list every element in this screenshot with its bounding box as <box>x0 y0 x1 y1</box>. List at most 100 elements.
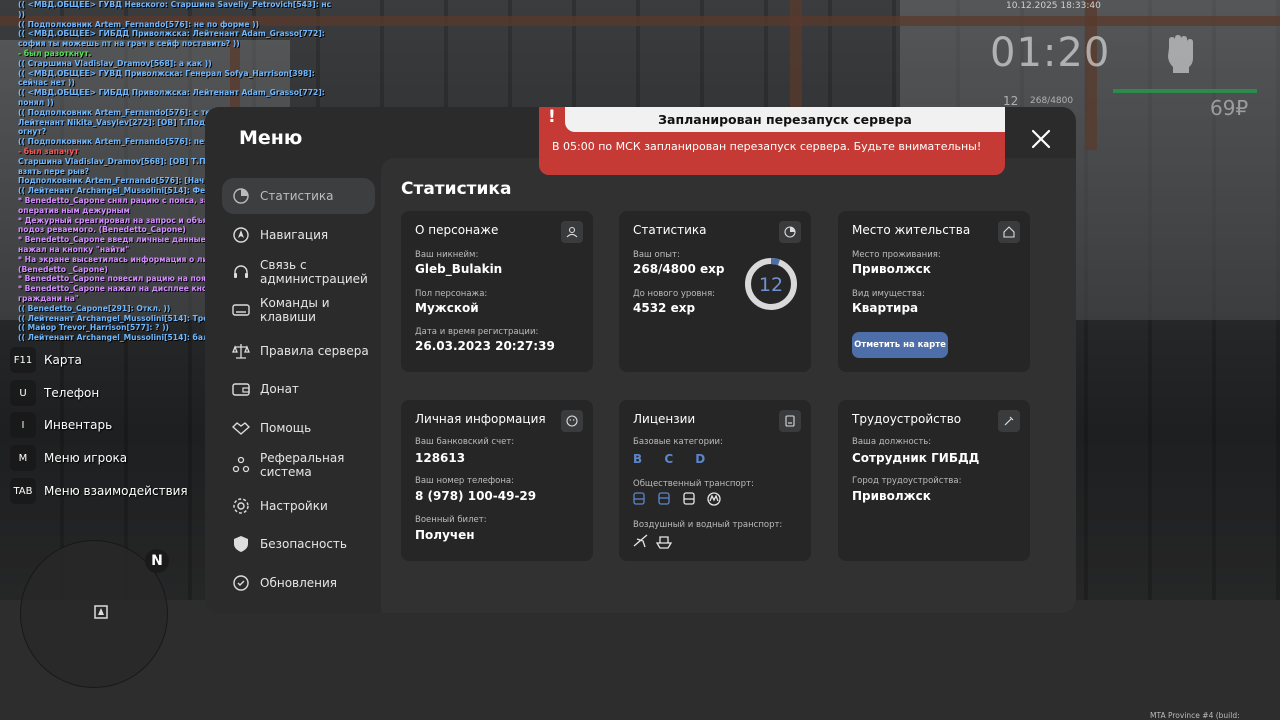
hotkey-key: I <box>10 412 36 438</box>
level-ring: 12 <box>745 258 797 310</box>
place-label: Место проживания: <box>852 250 941 260</box>
nav-item-updates[interactable]: Обновления <box>232 574 376 592</box>
nav-item-commands[interactable]: Команды и клавиши <box>232 296 376 324</box>
tram-icon <box>683 492 695 505</box>
exclamation-icon: ! <box>548 107 556 127</box>
bank-label: Ваш банковский счет: <box>415 437 515 447</box>
public-transport-icons <box>633 492 721 506</box>
nav-item-label: Реферальная система <box>260 451 345 479</box>
notification-title: Запланирован перезапуск сервера <box>565 107 1005 132</box>
nav-item-settings[interactable]: Настройки <box>232 497 376 515</box>
nav-item-help[interactable]: Помощь <box>232 419 376 437</box>
base-categories-value: B C D <box>633 452 715 466</box>
pie-chart-icon <box>779 221 801 243</box>
hotkey-phone[interactable]: U Телефон <box>10 380 99 406</box>
chat-line: (( <МВД.ОБЩЕЕ> ГИБДД Приволжска: Лейтена… <box>18 29 325 49</box>
hotkey-key: F11 <box>10 347 36 373</box>
build-info: MTA Province #4 (build: 6.12421.9) <box>1150 711 1240 720</box>
exp-value: 268/4800 exp <box>633 262 725 276</box>
card-personal-info: Личная информация Ваш банковский счет: 1… <box>401 400 593 561</box>
exp-label: Ваш опыт: <box>633 250 680 260</box>
next-level-value: 4532 exp <box>633 301 696 315</box>
hud-health-bar <box>1113 89 1257 93</box>
mark-on-map-button[interactable]: Отметить на карте <box>852 332 948 358</box>
air-water-label: Воздушный и водный транспорт: <box>633 520 783 530</box>
chat-line: (( <МВД.ОБЩЕЕ> ГУВД Невского: Старшина S… <box>18 0 332 19</box>
level-number: 12 <box>759 274 783 296</box>
nick-label: Ваш никнейм: <box>415 250 479 260</box>
nav-item-security[interactable]: Безопасность <box>232 535 376 553</box>
chat-line: (( Старшина Vladislav_Dramov[568]: а как… <box>18 58 212 68</box>
hotkey-key: U <box>10 380 36 406</box>
home-icon <box>998 221 1020 243</box>
gender-value: Мужской <box>415 301 479 315</box>
nav-item-label: Правила сервера <box>260 344 369 358</box>
nav-item-label: Донат <box>260 382 299 396</box>
stats-icon <box>233 188 249 204</box>
nav-item-label: Статистика <box>260 189 334 203</box>
shield-icon <box>234 536 248 552</box>
hotkey-label: Меню взаимодействия <box>44 484 188 498</box>
card-title: Лицензии <box>633 412 696 426</box>
section-title: Статистика <box>401 179 512 199</box>
nav-item-referral[interactable]: Реферальная система <box>232 451 376 479</box>
hotkey-key: M <box>10 445 36 471</box>
hotkey-label: Инвентарь <box>44 418 113 432</box>
nav-item-label: Связь с администрацией <box>260 258 368 286</box>
chat-line: (( <МВД.ОБЩЕЕ> ГУВД Приволжска: Генерал … <box>18 68 315 88</box>
hud-money: 69₽ <box>1210 96 1249 120</box>
metro-icon <box>707 492 721 506</box>
gear-icon <box>233 498 249 514</box>
nav-item-donate[interactable]: Донат <box>232 380 376 398</box>
card-title: Место жительства <box>852 223 971 237</box>
card-statistics: Статистика Ваш опыт: 268/4800 exp До нов… <box>619 211 811 372</box>
phone-label: Ваш номер телефона: <box>415 476 514 486</box>
position-value: Сотрудник ГИБДД <box>852 451 980 465</box>
hotkey-map[interactable]: F11 Карта <box>10 347 82 373</box>
reg-label: Дата и время регистрации: <box>415 327 539 337</box>
nav-item-rules[interactable]: Правила сервера <box>232 342 376 360</box>
user-icon <box>561 221 583 243</box>
military-value: Получен <box>415 528 475 542</box>
position-label: Ваша должность: <box>852 437 932 447</box>
nav-item-label: Команды и клавиши <box>260 296 330 324</box>
nav-item-admin-contact[interactable]: Связь с администрацией <box>232 258 376 286</box>
military-label: Военный билет: <box>415 515 487 525</box>
card-title: Статистика <box>633 223 707 237</box>
notification-text: В 05:00 по МСК запланирован перезапуск с… <box>552 140 982 153</box>
refresh-icon <box>233 575 249 591</box>
referral-icon <box>232 456 250 473</box>
close-icon[interactable] <box>1024 122 1058 156</box>
card-title: О персонаже <box>415 223 499 237</box>
bank-value: 128613 <box>415 451 466 465</box>
nav-item-statistics[interactable]: Статистика <box>222 178 375 214</box>
hud-level: 12 <box>1003 94 1019 108</box>
hotkey-label: Карта <box>44 353 82 367</box>
nav-item-label: Обновления <box>260 576 338 590</box>
hud-clock: 01:20 <box>990 30 1111 76</box>
nav-item-navigation[interactable]: Навигация <box>232 226 376 244</box>
boat-icon <box>655 536 673 549</box>
hotkey-interaction-menu[interactable]: TAB Меню взаимодействия <box>10 478 188 504</box>
hud-exp: 268/4800 <box>1030 96 1074 106</box>
tools-icon <box>998 410 1020 432</box>
handshake-icon <box>232 422 250 435</box>
place-value: Приволжск <box>852 262 931 276</box>
hotkey-player-menu[interactable]: M Меню игрока <box>10 445 127 471</box>
reg-value: 26.03.2023 20:27:39 <box>415 339 555 353</box>
chat-line: (( Подполковник Artem_Fernando[576]: не … <box>18 19 260 29</box>
job-city-label: Город трудоустройства: <box>852 476 962 486</box>
card-residence: Место жительства Место проживания: Приво… <box>838 211 1030 372</box>
hotkey-inventory[interactable]: I Инвентарь <box>10 412 112 438</box>
nav-item-label: Настройки <box>260 499 328 513</box>
property-value: Квартира <box>852 301 919 315</box>
bus-icon <box>633 492 645 505</box>
card-title: Трудоустройство <box>852 412 962 426</box>
gender-label: Пол персонажа: <box>415 289 488 299</box>
face-icon <box>561 410 583 432</box>
nav-item-label: Безопасность <box>260 537 347 551</box>
plane-icon <box>633 534 648 548</box>
keyboard-icon <box>232 304 250 316</box>
id-card-icon <box>779 410 801 432</box>
chat-line: - был разоткнут. <box>18 48 92 58</box>
